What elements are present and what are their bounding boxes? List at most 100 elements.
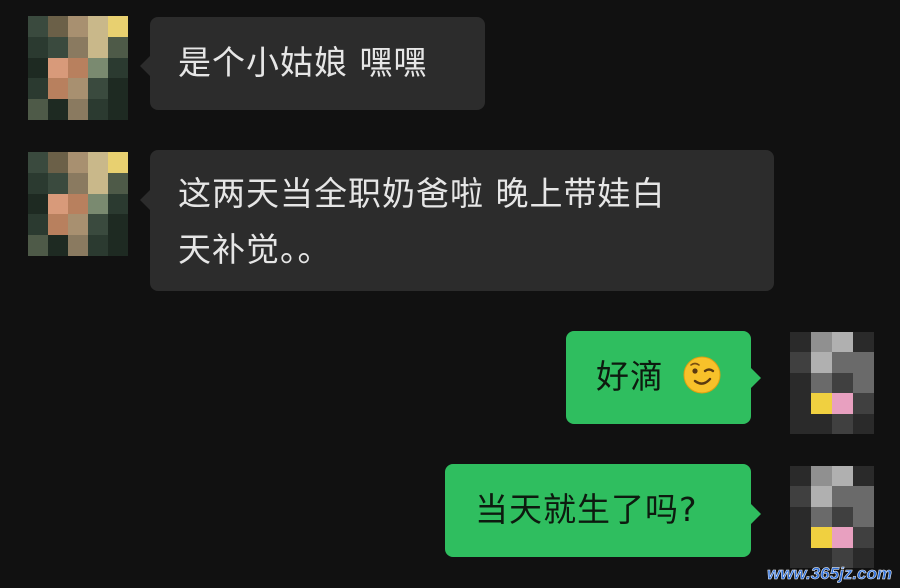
message-text-line: 天补觉。。 bbox=[178, 230, 332, 269]
avatar-pixel bbox=[790, 393, 811, 414]
avatar-pixel bbox=[28, 99, 48, 120]
avatar-pixel bbox=[832, 413, 853, 434]
avatar-pixel bbox=[108, 172, 128, 194]
avatar-pixel bbox=[853, 413, 874, 434]
avatar-pixel bbox=[832, 372, 853, 394]
avatar-pixel bbox=[28, 16, 48, 37]
bubble-tail bbox=[751, 368, 761, 388]
avatar-pixel bbox=[68, 78, 88, 100]
avatar-pixel bbox=[853, 527, 874, 548]
message-bubble-incoming[interactable]: 这两天当全职奶爸啦 晚上带娃白 天补觉。。 bbox=[150, 150, 774, 291]
wink-emoji-icon bbox=[683, 356, 720, 394]
avatar-pixel bbox=[790, 372, 811, 394]
avatar-pixel bbox=[48, 235, 68, 256]
avatar-pixel bbox=[108, 99, 128, 120]
avatar-pixel bbox=[48, 193, 68, 215]
avatar-pixel bbox=[790, 506, 811, 528]
avatar-pixel bbox=[832, 393, 853, 414]
avatar-pixel bbox=[832, 506, 853, 528]
avatar-pixel bbox=[811, 486, 832, 507]
avatar-pixel bbox=[68, 193, 88, 215]
avatar-pixel bbox=[28, 214, 48, 236]
avatar-pixel bbox=[48, 214, 68, 236]
chat-screen: 是个小姑娘 嘿嘿 这两天当全职奶爸啦 晚上带娃白 天补觉。。 好滴 当天就生了吗… bbox=[0, 0, 900, 588]
avatar-pixel bbox=[790, 413, 811, 434]
avatar-pixel bbox=[811, 332, 832, 353]
avatar-pixel bbox=[832, 466, 853, 487]
avatar-pixel bbox=[48, 172, 68, 194]
avatar-pixel bbox=[48, 78, 68, 100]
avatar-pixel bbox=[28, 172, 48, 194]
avatar-pixel bbox=[28, 57, 48, 79]
avatar-pixel bbox=[48, 36, 68, 58]
avatar-pixel bbox=[853, 372, 874, 394]
avatar-pixel bbox=[28, 78, 48, 100]
avatar-pixel bbox=[48, 16, 68, 37]
avatar-pixel bbox=[68, 16, 88, 37]
avatar-pixel bbox=[68, 214, 88, 236]
avatar-pixel bbox=[853, 506, 874, 528]
avatar-pixel bbox=[811, 372, 832, 394]
message-bubble-outgoing[interactable]: 当天就生了吗? bbox=[445, 464, 751, 557]
bubble-tail bbox=[751, 504, 761, 524]
avatar-pixel bbox=[68, 57, 88, 79]
avatar-pixel bbox=[68, 235, 88, 256]
contact-avatar[interactable] bbox=[28, 16, 128, 120]
message-bubble-incoming[interactable]: 是个小姑娘 嘿嘿 bbox=[150, 17, 485, 110]
avatar-pixel bbox=[832, 332, 853, 353]
avatar-pixel bbox=[832, 486, 853, 507]
avatar-pixel bbox=[790, 486, 811, 507]
avatar-pixel bbox=[88, 78, 108, 100]
message-text: 是个小姑娘 嘿嘿 bbox=[178, 43, 428, 82]
avatar-pixel bbox=[88, 36, 108, 58]
message-text: 好滴 bbox=[596, 357, 664, 396]
avatar-pixel bbox=[811, 466, 832, 487]
avatar-pixel bbox=[88, 235, 108, 256]
avatar-pixel bbox=[853, 486, 874, 507]
watermark: www.365jz.com bbox=[766, 564, 893, 584]
contact-avatar[interactable] bbox=[28, 152, 128, 256]
avatar-pixel bbox=[832, 527, 853, 548]
avatar-pixel bbox=[108, 78, 128, 100]
self-avatar[interactable] bbox=[790, 332, 874, 434]
avatar-pixel bbox=[853, 393, 874, 414]
avatar-pixel bbox=[832, 352, 853, 373]
avatar-pixel bbox=[811, 506, 832, 528]
avatar-pixel bbox=[853, 332, 874, 353]
avatar-pixel bbox=[48, 99, 68, 120]
avatar-pixel bbox=[28, 235, 48, 256]
avatar-pixel bbox=[108, 36, 128, 58]
avatar-pixel bbox=[88, 16, 108, 37]
avatar-pixel bbox=[811, 352, 832, 373]
avatar-pixel bbox=[790, 466, 811, 487]
avatar-pixel bbox=[790, 352, 811, 373]
avatar-pixel bbox=[68, 99, 88, 120]
avatar-pixel bbox=[28, 152, 48, 173]
bubble-tail bbox=[140, 56, 150, 76]
avatar-pixel bbox=[853, 352, 874, 373]
message-bubble-outgoing[interactable]: 好滴 bbox=[566, 331, 751, 424]
message-text-line: 这两天当全职奶爸啦 晚上带娃白 bbox=[178, 174, 666, 213]
avatar-pixel bbox=[88, 172, 108, 194]
avatar-pixel bbox=[790, 332, 811, 353]
avatar-pixel bbox=[28, 36, 48, 58]
avatar-pixel bbox=[88, 99, 108, 120]
avatar-pixel bbox=[108, 57, 128, 79]
avatar-pixel bbox=[68, 172, 88, 194]
avatar-pixel bbox=[28, 193, 48, 215]
avatar-pixel bbox=[108, 152, 128, 173]
avatar-pixel bbox=[88, 193, 108, 215]
avatar-pixel bbox=[88, 57, 108, 79]
avatar-pixel bbox=[811, 527, 832, 548]
avatar-pixel bbox=[790, 527, 811, 548]
avatar-pixel bbox=[88, 152, 108, 173]
avatar-pixel bbox=[108, 235, 128, 256]
bubble-tail bbox=[140, 190, 150, 210]
self-avatar[interactable] bbox=[790, 466, 874, 568]
avatar-pixel bbox=[68, 152, 88, 173]
avatar-pixel bbox=[811, 393, 832, 414]
avatar-pixel bbox=[108, 16, 128, 37]
message-text: 当天就生了吗? bbox=[475, 490, 698, 529]
avatar-pixel bbox=[48, 57, 68, 79]
avatar-pixel bbox=[108, 193, 128, 215]
